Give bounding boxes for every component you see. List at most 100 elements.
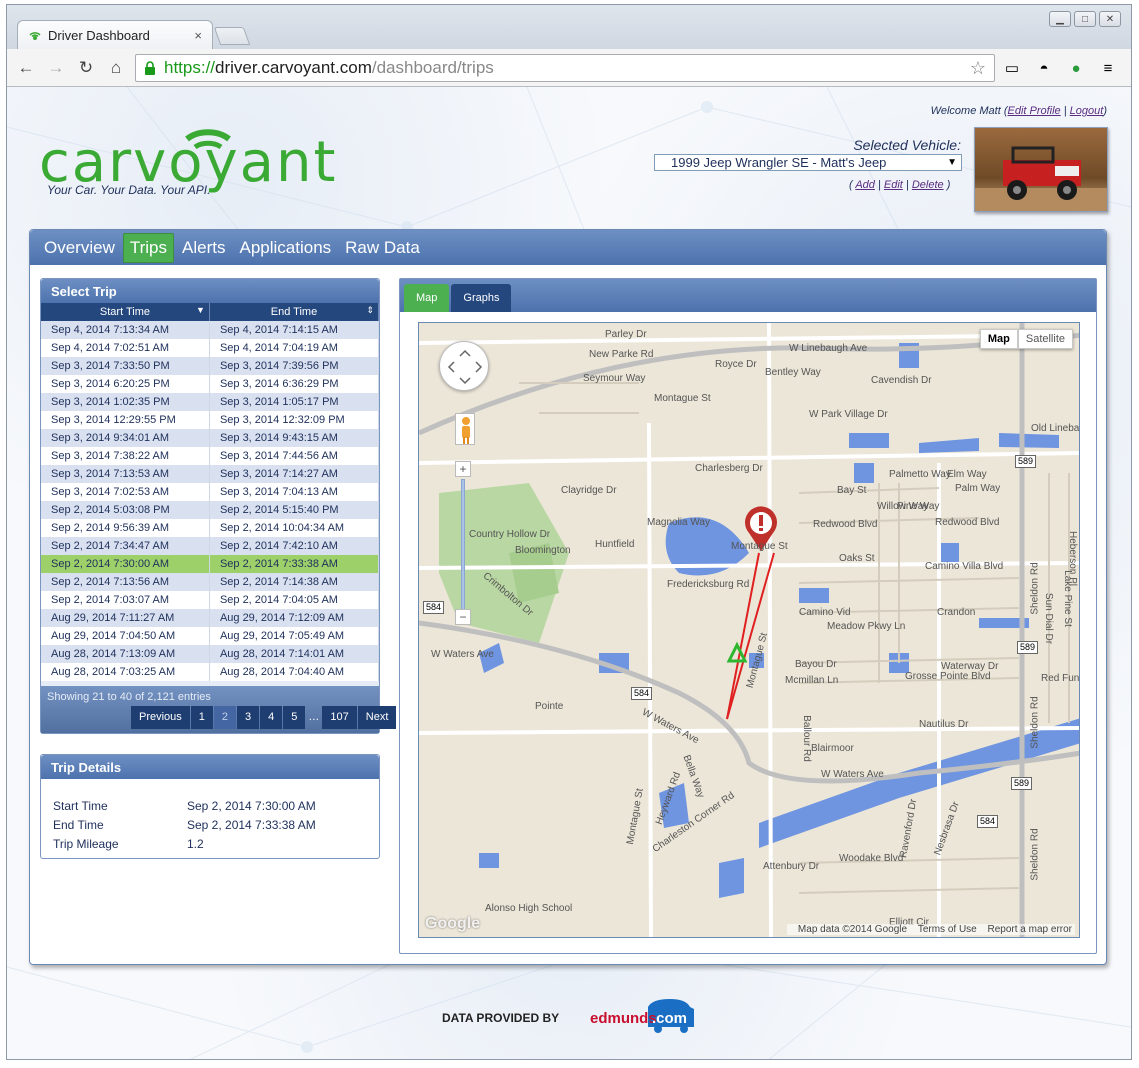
- tab-map[interactable]: Map: [404, 284, 450, 312]
- table-row[interactable]: Sep 3, 2014 12:29:55 PM Sep 3, 2014 12:32…: [41, 411, 380, 429]
- page-button[interactable]: 107: [322, 706, 357, 729]
- tab-applications[interactable]: Applications: [233, 234, 337, 262]
- map-label: Bentley Way: [765, 367, 821, 378]
- table-row[interactable]: Aug 29, 2014 7:04:50 AM Aug 29, 2014 7:05…: [41, 627, 380, 645]
- page-button[interactable]: 1: [190, 706, 213, 729]
- table-row[interactable]: Sep 3, 2014 7:33:50 PM Sep 3, 2014 7:39:5…: [41, 357, 380, 375]
- table-footer: Showing 21 to 40 of 2,121 entries Previo…: [41, 686, 397, 733]
- map-label: Palm Way: [955, 483, 1001, 494]
- tab-graphs[interactable]: Graphs: [451, 284, 512, 312]
- end-time-label: End Time: [53, 818, 104, 832]
- table-row[interactable]: Sep 2, 2014 7:34:47 AM Sep 2, 2014 7:42:1…: [41, 537, 380, 555]
- start-time-cell: Sep 2, 2014 7:03:07 AM: [41, 591, 210, 609]
- map-label: Elm Way: [947, 469, 987, 480]
- map-label: Bloomington: [515, 545, 571, 556]
- cast-icon[interactable]: ▭: [1001, 58, 1023, 80]
- delete-vehicle-link[interactable]: Delete: [912, 179, 944, 191]
- add-vehicle-link[interactable]: Add: [855, 179, 875, 191]
- dropdown-caret-icon: ▼: [947, 157, 957, 168]
- menu-icon[interactable]: ≡: [1097, 58, 1119, 80]
- table-row[interactable]: Sep 3, 2014 7:13:53 AM Sep 3, 2014 7:14:2…: [41, 465, 380, 483]
- forward-icon[interactable]: →: [45, 57, 67, 79]
- table-row[interactable]: Sep 3, 2014 7:38:22 AM Sep 3, 2014 7:44:5…: [41, 447, 380, 465]
- map-type-satellite[interactable]: Satellite: [1017, 329, 1073, 349]
- vehicle-actions-open: (: [849, 179, 853, 191]
- zoom-in-button[interactable]: +: [455, 461, 471, 477]
- tab-overview[interactable]: Overview: [38, 234, 121, 262]
- logo-tagline: Your Car. Your Data. Your API.: [47, 183, 211, 197]
- start-time-cell: Aug 29, 2014 7:11:27 AM: [41, 609, 210, 627]
- terms-of-use-link[interactable]: Terms of Use: [918, 924, 977, 935]
- close-window-icon[interactable]: ✕: [1099, 11, 1121, 27]
- table-row[interactable]: Sep 3, 2014 1:02:35 PM Sep 3, 2014 1:05:1…: [41, 393, 380, 411]
- table-row[interactable]: Sep 2, 2014 7:13:56 AM Sep 2, 2014 7:14:3…: [41, 573, 380, 591]
- map-label: Blairmoor: [811, 743, 854, 754]
- table-row[interactable]: Sep 4, 2014 7:02:51 AM Sep 4, 2014 7:04:1…: [41, 339, 380, 357]
- pan-control[interactable]: [439, 341, 489, 391]
- page-button[interactable]: 3: [237, 706, 260, 729]
- table-row[interactable]: Sep 2, 2014 7:30:00 AM Sep 2, 2014 7:33:3…: [41, 555, 380, 573]
- table-row[interactable]: Aug 29, 2014 7:11:27 AM Aug 29, 2014 7:12…: [41, 609, 380, 627]
- tab-trips[interactable]: Trips: [122, 232, 175, 263]
- bookmark-star-icon[interactable]: ☆: [970, 58, 986, 79]
- map-label: Sheldon Rd: [1029, 562, 1041, 615]
- table-row[interactable]: Sep 4, 2014 7:13:34 AM Sep 4, 2014 7:14:1…: [41, 321, 380, 339]
- map-label: Charlesberg Dr: [695, 463, 763, 474]
- edit-profile-link[interactable]: Edit Profile: [1007, 105, 1060, 117]
- map-label: Mcmillan Ln: [785, 675, 839, 686]
- table-row[interactable]: Sep 3, 2014 9:34:01 AM Sep 3, 2014 9:43:1…: [41, 429, 380, 447]
- tab-alerts[interactable]: Alerts: [176, 234, 231, 262]
- table-row[interactable]: Sep 2, 2014 7:03:07 AM Sep 2, 2014 7:04:0…: [41, 591, 380, 609]
- next-page-button[interactable]: Next: [357, 706, 397, 729]
- pegman-figure: [462, 417, 470, 444]
- table-row[interactable]: Sep 2, 2014 5:03:08 PM Sep 2, 2014 5:15:4…: [41, 501, 380, 519]
- home-icon[interactable]: ⌂: [105, 57, 127, 79]
- previous-page-button[interactable]: Previous: [131, 706, 190, 729]
- route-shield: 584: [631, 687, 653, 700]
- map-type-map[interactable]: Map: [979, 329, 1018, 349]
- map-label: Cavendish Dr: [871, 375, 932, 386]
- start-time-cell: Sep 3, 2014 9:34:01 AM: [41, 429, 210, 447]
- start-time-cell: Sep 2, 2014 7:13:56 AM: [41, 573, 210, 591]
- close-tab-icon[interactable]: ×: [194, 28, 202, 43]
- zoom-out-button[interactable]: −: [455, 609, 471, 625]
- browser-tab[interactable]: Driver Dashboard ×: [17, 20, 213, 50]
- table-row[interactable]: Sep 2, 2014 9:56:39 AM Sep 2, 2014 10:04:…: [41, 519, 380, 537]
- maximize-icon[interactable]: □: [1074, 11, 1096, 27]
- page-button[interactable]: 5: [283, 706, 306, 729]
- report-map-error-link[interactable]: Report a map error: [988, 924, 1072, 935]
- edmunds-logo[interactable]: edmunds .com: [590, 999, 698, 1033]
- map-label: Montague St: [731, 541, 788, 552]
- end-time-column[interactable]: End Time ⇕: [209, 303, 380, 321]
- sort-both-icon: ⇕: [366, 305, 374, 315]
- trip-map[interactable]: W Linebaugh Ave Royce Dr Parley Dr New P…: [418, 322, 1080, 938]
- address-bar[interactable]: https:// driver.carvoyant.com /dashboard…: [135, 54, 995, 82]
- start-time-column[interactable]: Start Time ▼: [41, 303, 210, 321]
- map-label: Ballour Rd: [800, 715, 812, 762]
- vehicle-actions-close: ): [946, 179, 951, 191]
- table-row[interactable]: Aug 28, 2014 7:13:09 AM Aug 28, 2014 7:14…: [41, 645, 380, 663]
- vehicle-select[interactable]: 1999 Jeep Wrangler SE - Matt's Jeep ▼: [654, 154, 962, 171]
- map-label: Oaks St: [839, 553, 875, 564]
- table-row[interactable]: Aug 28, 2014 7:03:25 AM Aug 28, 2014 7:04…: [41, 663, 380, 681]
- street-view-pegman-icon[interactable]: [455, 413, 475, 445]
- table-row[interactable]: Sep 3, 2014 6:20:25 PM Sep 3, 2014 6:36:2…: [41, 375, 380, 393]
- reload-icon[interactable]: ↻: [75, 57, 97, 79]
- edit-vehicle-link[interactable]: Edit: [884, 179, 903, 191]
- hangouts-icon[interactable]: ●: [1065, 58, 1087, 80]
- map-label: Magnolia Way: [647, 517, 710, 528]
- logout-link[interactable]: Logout: [1070, 105, 1104, 117]
- new-tab-button[interactable]: [213, 27, 251, 45]
- map-label: Sheldon Rd: [1029, 828, 1041, 881]
- end-time-cell: Aug 28, 2014 7:04:40 AM: [209, 663, 380, 681]
- tab-raw-data[interactable]: Raw Data: [339, 234, 426, 262]
- minimize-icon[interactable]: ▁: [1049, 11, 1071, 27]
- table-row[interactable]: Sep 3, 2014 7:02:53 AM Sep 3, 2014 7:04:1…: [41, 483, 380, 501]
- page-button[interactable]: 4: [260, 706, 283, 729]
- trip-start-marker: [726, 641, 748, 663]
- page-button[interactable]: 2: [213, 706, 237, 729]
- back-icon[interactable]: ←: [15, 57, 37, 79]
- mask-extension-icon[interactable]: ◓: [1033, 58, 1055, 80]
- tab-strip: Driver Dashboard × ▁ □ ✕: [7, 5, 1131, 50]
- zoom-slider-track[interactable]: [461, 479, 465, 613]
